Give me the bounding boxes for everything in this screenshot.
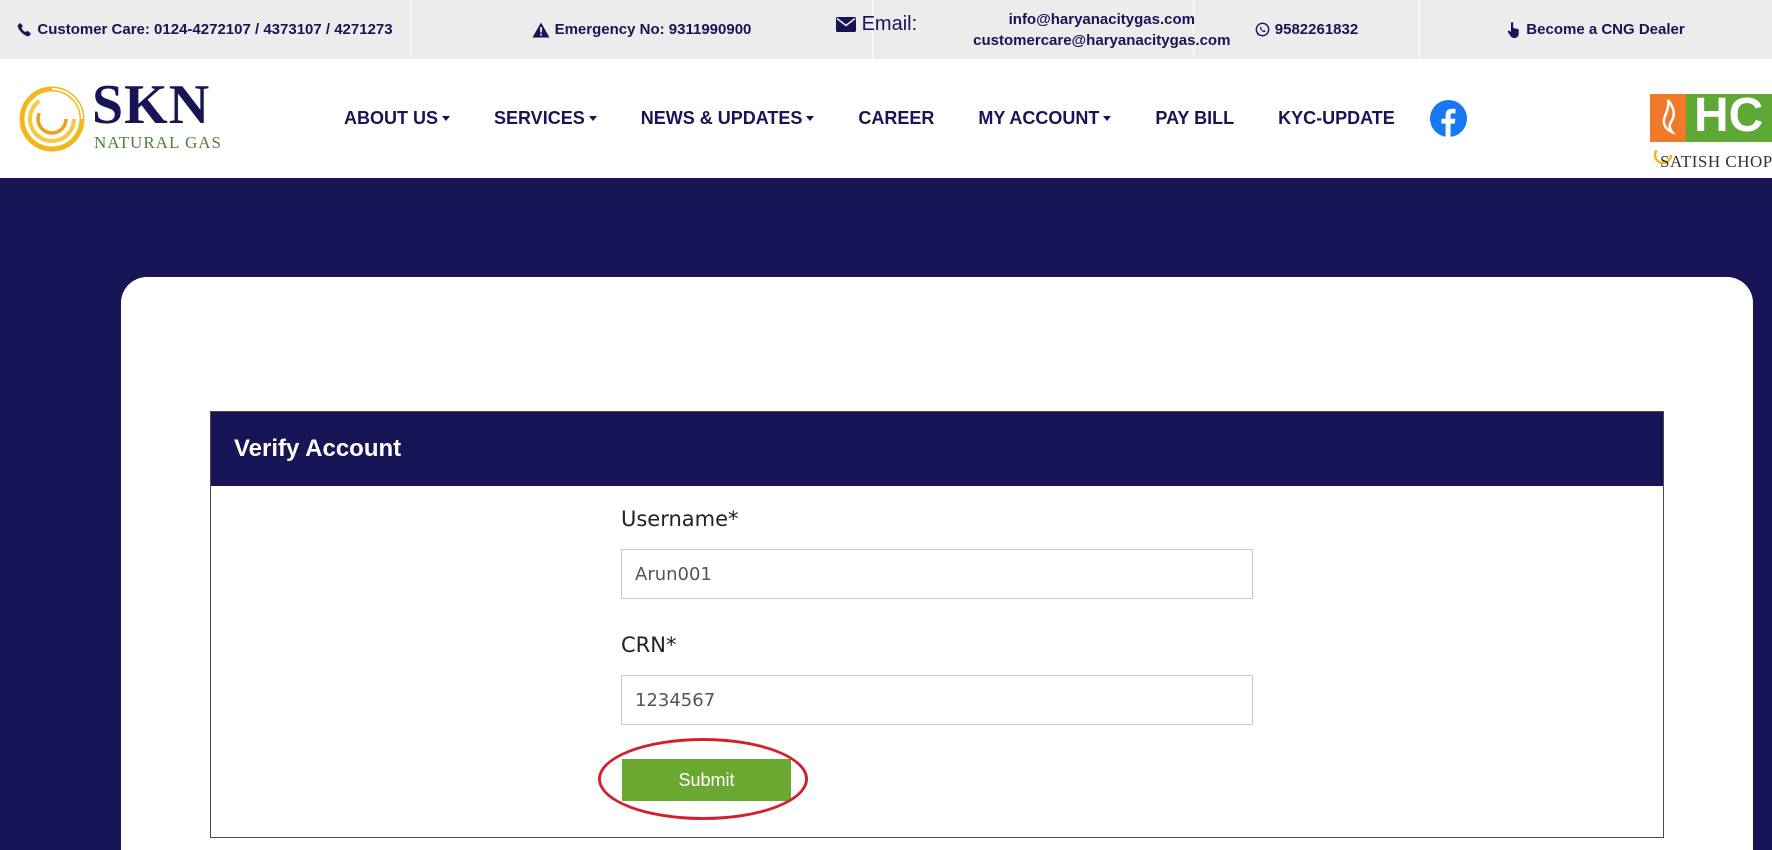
- customer-care-contact[interactable]: Customer Care: 0124-4272107 / 4373107 / …: [0, 0, 411, 59]
- partner-logo-subtitle: SATISH CHOP: [1660, 152, 1772, 171]
- site-header: SKN NATURAL GAS ABOUT US SERVICES NEWS &…: [0, 59, 1772, 178]
- email-info-link[interactable]: info@haryanacitygas.com: [1009, 9, 1195, 30]
- warning-icon: [532, 22, 550, 37]
- nav-news-updates[interactable]: NEWS & UPDATES: [619, 99, 837, 139]
- nav-pay-bill-label: PAY BILL: [1155, 108, 1235, 128]
- nav-services[interactable]: SERVICES: [472, 99, 619, 139]
- top-info-bar: Customer Care: 0124-4272107 / 4373107 / …: [0, 0, 1772, 59]
- customer-care-text: Customer Care: 0124-4272107 / 4373107 / …: [37, 21, 393, 38]
- main-nav: ABOUT US SERVICES NEWS & UPDATES CAREER …: [322, 59, 1467, 178]
- emergency-text: Emergency No: 9311990900: [554, 21, 752, 38]
- nav-kyc-update-label: KYC-UPDATE: [1278, 108, 1395, 128]
- logo-title: SKN: [92, 74, 211, 136]
- email-contact: Email: info@haryanacitygas.com customerc…: [835, 0, 1230, 59]
- nav-my-account[interactable]: MY ACCOUNT: [956, 99, 1133, 139]
- nav-services-label: SERVICES: [494, 108, 585, 128]
- email-label: Email:: [861, 13, 918, 35]
- verify-account-panel: Verify Account Username* CRN* Submit: [210, 411, 1664, 838]
- nav-career[interactable]: CAREER: [836, 99, 956, 139]
- panel-title: Verify Account: [211, 412, 1663, 486]
- sun-swirl-logo-icon: [19, 86, 85, 152]
- username-input[interactable]: [621, 549, 1253, 599]
- emergency-contact[interactable]: Emergency No: 9311990900: [411, 0, 873, 59]
- partner-logo: HC SATISH CHOP: [1650, 94, 1772, 178]
- nav-pay-bill[interactable]: PAY BILL: [1133, 99, 1256, 139]
- nav-news-updates-label: NEWS & UPDATES: [640, 108, 803, 128]
- envelope-icon: [835, 17, 856, 32]
- hand-pointer-icon: [1508, 21, 1519, 38]
- become-dealer-link[interactable]: Become a CNG Dealer: [1420, 0, 1772, 59]
- whatsapp-contact[interactable]: 9582261832: [1194, 0, 1420, 59]
- email-label-group: Email:: [835, 13, 918, 36]
- submit-button[interactable]: Submit: [622, 759, 791, 801]
- partner-logo-letters: HC: [1694, 94, 1764, 142]
- nav-about-us-label: ABOUT US: [344, 108, 438, 128]
- facebook-icon[interactable]: [1429, 100, 1467, 137]
- caret-down-icon: [442, 116, 450, 121]
- whatsapp-icon: [1255, 22, 1270, 37]
- phone-icon: [17, 23, 32, 37]
- crn-label: CRN*: [621, 633, 677, 657]
- crn-input[interactable]: [621, 675, 1253, 725]
- email-list: info@haryanacitygas.com customercare@har…: [973, 9, 1230, 51]
- email-customercare-link[interactable]: customercare@haryanacitygas.com: [973, 30, 1230, 51]
- nav-kyc-update[interactable]: KYC-UPDATE: [1256, 99, 1417, 139]
- partner-logo-orange-block: [1650, 94, 1686, 142]
- flame-icon: [1662, 99, 1676, 135]
- caret-down-icon: [1103, 116, 1112, 121]
- username-label: Username*: [621, 507, 739, 531]
- skn-logo[interactable]: SKN NATURAL GAS: [18, 77, 221, 159]
- nav-career-label: CAREER: [858, 108, 935, 128]
- become-dealer-text: Become a CNG Dealer: [1526, 21, 1685, 38]
- nav-about-us[interactable]: ABOUT US: [322, 99, 472, 139]
- whatsapp-number: 9582261832: [1274, 21, 1359, 38]
- caret-down-icon: [806, 116, 815, 121]
- logo-subtitle: NATURAL GAS: [94, 133, 222, 152]
- nav-my-account-label: MY ACCOUNT: [978, 108, 1100, 128]
- caret-down-icon: [588, 116, 597, 121]
